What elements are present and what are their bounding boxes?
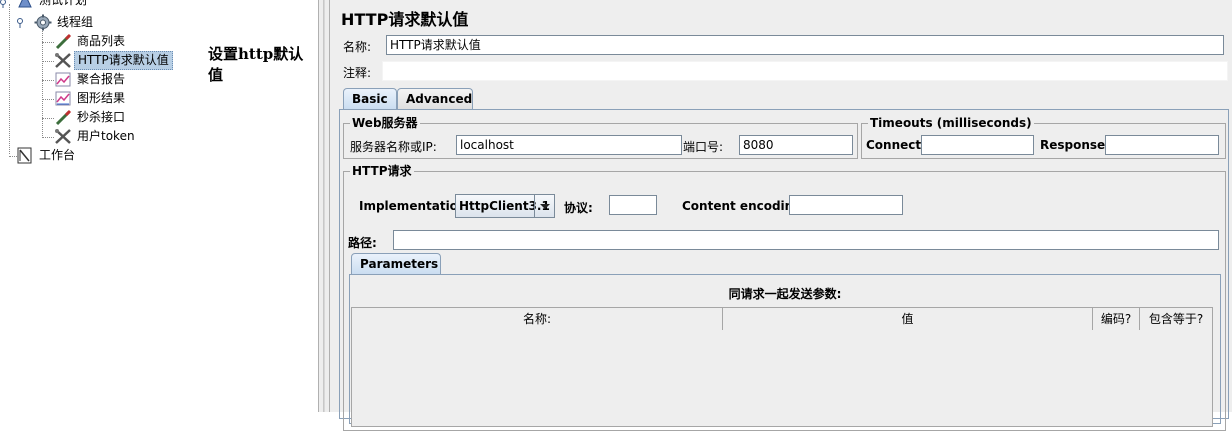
connect-label: Connect: <box>866 138 926 152</box>
config-element-icon <box>54 52 72 69</box>
tree-item-label: 商品列表 <box>77 34 126 48</box>
thread-group-icon <box>34 14 52 31</box>
tree-item-http-defaults[interactable]: HTTP请求默认值 <box>54 51 173 70</box>
tree-item-workbench[interactable]: 工作台 <box>16 146 78 165</box>
column-header-value[interactable]: 值 <box>723 308 1093 330</box>
path-label: 路径: <box>348 236 377 250</box>
config-element-icon <box>54 128 72 145</box>
column-header-encode[interactable]: 编码? <box>1093 308 1140 330</box>
server-label: 服务器名称或IP: <box>350 140 437 154</box>
table-header: 名称: 值 编码? 包含等于? <box>352 308 1212 330</box>
graph-results-icon <box>54 90 72 107</box>
http-request-legend: HTTP请求 <box>350 164 414 178</box>
name-label: 名称: <box>343 40 372 54</box>
tree-connector <box>42 80 54 81</box>
http-sampler-icon <box>54 109 72 126</box>
tree-connector <box>42 137 54 138</box>
content-encoding-field[interactable] <box>789 195 903 215</box>
path-field[interactable] <box>393 230 1219 250</box>
server-name-field[interactable]: localhost <box>456 135 682 155</box>
port-field[interactable]: 8080 <box>739 135 853 155</box>
connect-timeout-field[interactable] <box>921 135 1034 155</box>
name-field[interactable]: HTTP请求默认值 <box>386 35 1224 55</box>
tree-connector <box>42 118 54 119</box>
parameters-table[interactable]: 名称: 值 编码? 包含等于? <box>351 307 1213 427</box>
tree-item-label: 用户token <box>77 129 135 143</box>
expand-handle-icon[interactable] <box>16 18 26 28</box>
tree-item-label: HTTP请求默认值 <box>74 51 173 70</box>
tab-basic[interactable]: Basic <box>343 88 397 110</box>
content-encoding-label: Content encoding: <box>682 199 807 213</box>
tree-item-seckill-api[interactable]: 秒杀接口 <box>54 108 128 127</box>
chevron-down-icon[interactable] <box>534 195 555 217</box>
tree-item-label: 线程组 <box>57 15 94 29</box>
protocol-field[interactable] <box>609 195 657 215</box>
config-panel: HTTP请求默认值 名称: HTTP请求默认值 注释: Basic Advanc… <box>330 0 1232 431</box>
tree-item-label: 秒杀接口 <box>77 110 126 124</box>
tree-item-user-token[interactable]: 用户token <box>54 127 138 146</box>
panel-title: HTTP请求默认值 <box>341 10 469 29</box>
column-header-include-equals[interactable]: 包含等于? <box>1140 308 1212 330</box>
tree-item-graph-results[interactable]: 图形结果 <box>54 89 128 108</box>
split-pane-divider[interactable] <box>318 0 330 412</box>
tree-item-product-list[interactable]: 商品列表 <box>54 32 128 51</box>
comment-label: 注释: <box>343 66 372 80</box>
tree-connector <box>42 61 54 62</box>
parameters-caption: 同请求一起发送参数: <box>728 287 842 301</box>
response-label: Response: <box>1040 138 1110 152</box>
basic-tab-pane: Web服务器 服务器名称或IP: localhost 端口号: 8080 Tim… <box>339 109 1229 431</box>
test-plan-icon <box>16 0 34 9</box>
tab-parameters[interactable]: Parameters <box>351 253 441 275</box>
tree-connector <box>42 42 54 43</box>
tree-item-label: 聚合报告 <box>77 72 126 86</box>
port-label: 端口号: <box>683 140 724 154</box>
tree-connector <box>42 99 54 100</box>
tree-item-aggregate-report[interactable]: 聚合报告 <box>54 70 128 89</box>
tree-item-label: 工作台 <box>39 148 76 162</box>
workbench-icon <box>16 147 34 164</box>
http-sampler-icon <box>54 33 72 50</box>
tree-connector <box>9 4 10 154</box>
comment-field[interactable] <box>382 61 1228 81</box>
timeouts-legend: Timeouts (milliseconds) <box>868 116 1034 130</box>
web-server-legend: Web服务器 <box>350 116 420 130</box>
aggregate-report-icon <box>54 71 72 88</box>
column-header-name[interactable]: 名称: <box>352 308 723 330</box>
test-plan-tree: 测试计划 线程组 商品列表 HTTP请求默认值 聚合报告 图形结果 秒杀接口 用… <box>0 0 318 412</box>
tab-advanced[interactable]: Advanced <box>397 88 473 110</box>
protocol-label: 协议: <box>564 201 593 215</box>
implementation-select[interactable]: HttpClient3.1 <box>455 194 555 218</box>
response-timeout-field[interactable] <box>1105 135 1219 155</box>
tree-item-label: 图形结果 <box>77 91 126 105</box>
annotation-text: 设置http默认值 <box>208 45 304 84</box>
tree-item-test-plan[interactable]: 测试计划 <box>16 0 90 10</box>
parameters-pane: 同请求一起发送参数: 名称: 值 编码? 包含等于? <box>349 274 1221 427</box>
tree-item-thread-group[interactable]: 线程组 <box>34 13 96 32</box>
divider-grip <box>323 0 325 412</box>
tree-item-label: 测试计划 <box>39 0 88 7</box>
